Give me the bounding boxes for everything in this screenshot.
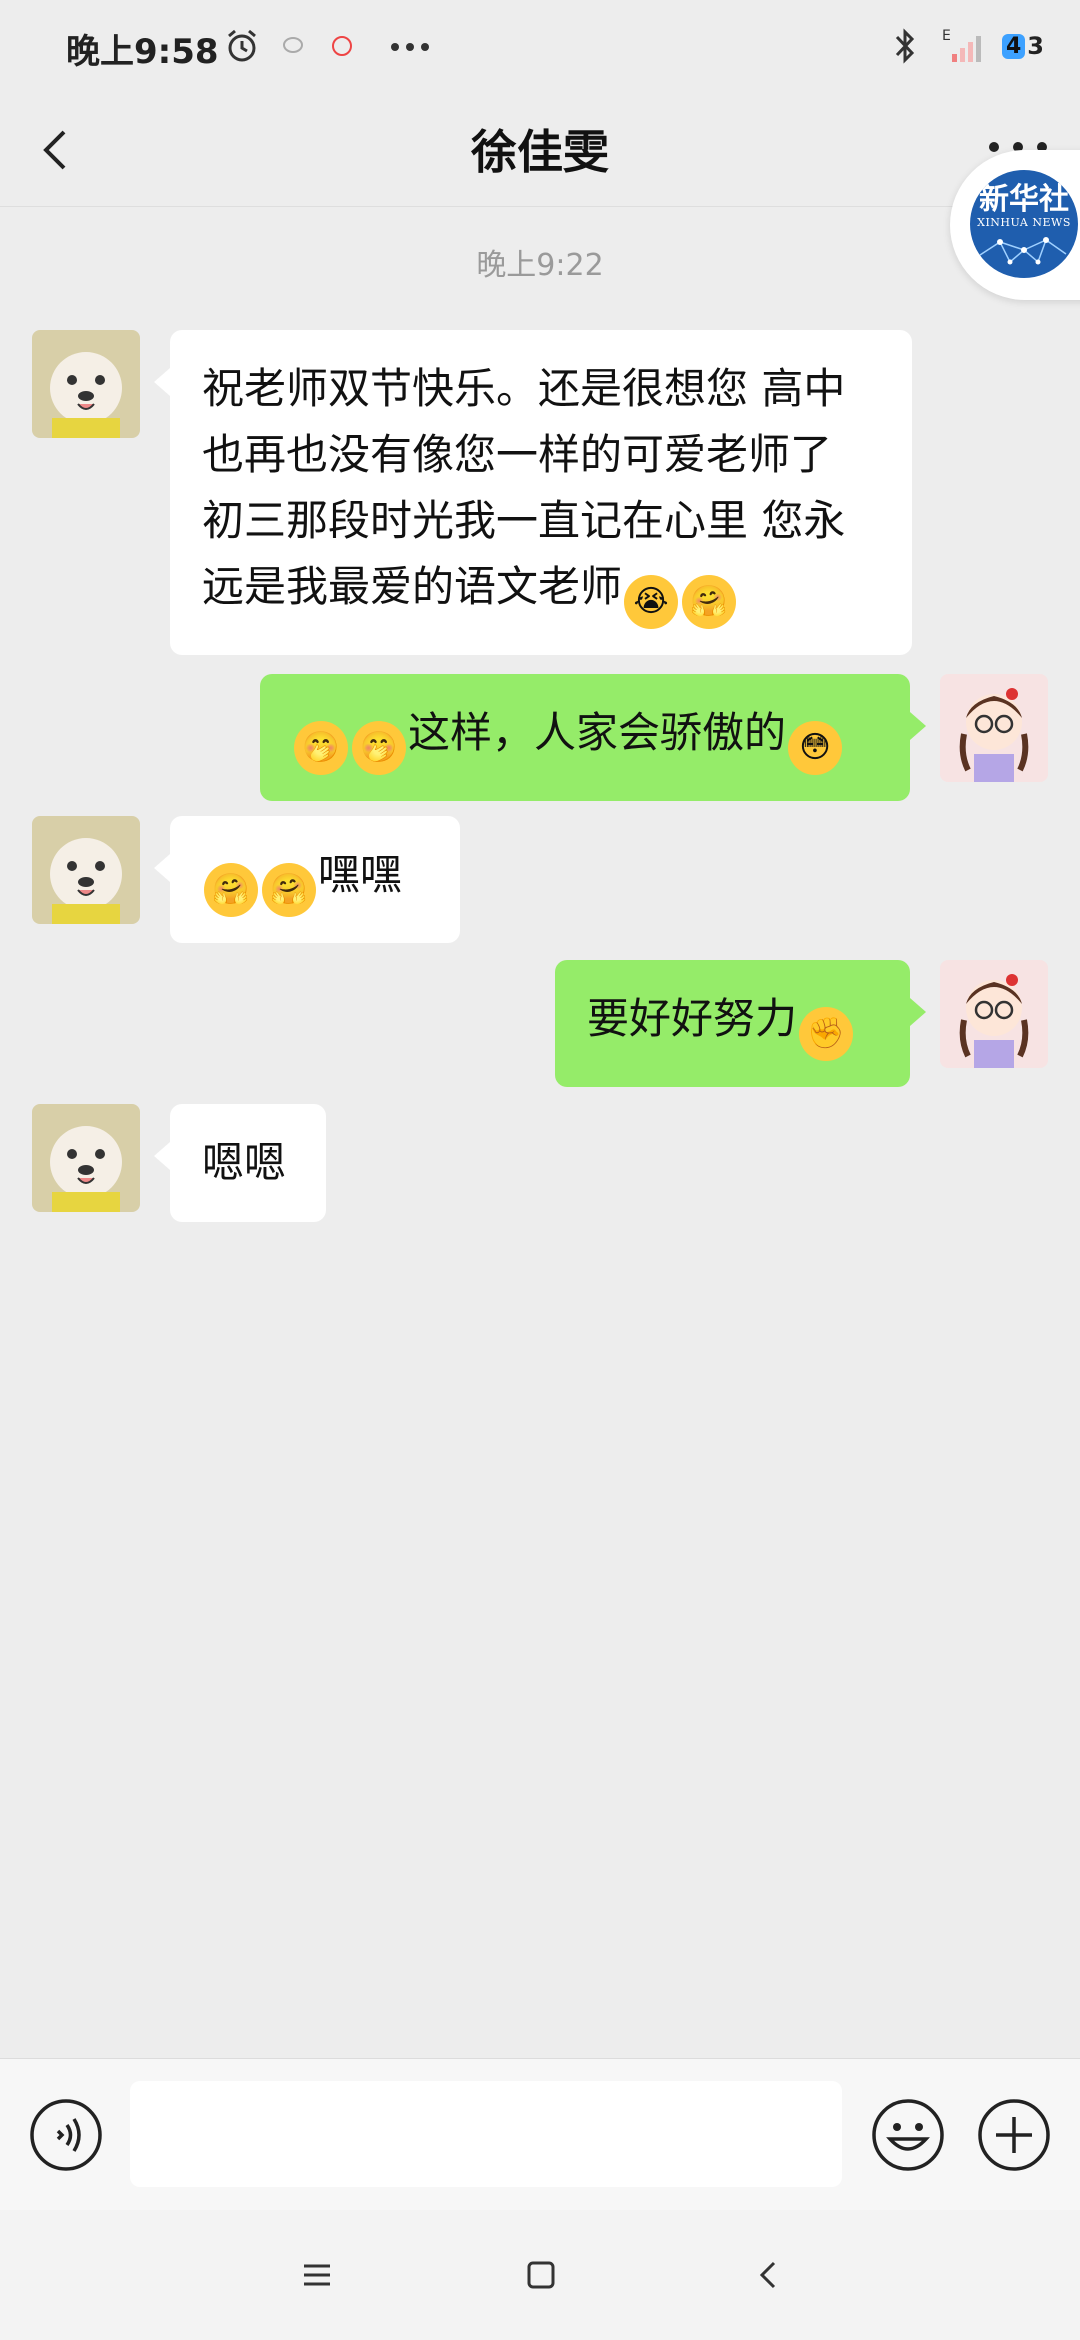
battery-level: 3 — [1027, 32, 1044, 60]
contact-avatar[interactable] — [32, 330, 140, 438]
battery-icon: 4 — [1001, 33, 1026, 59]
chat-header: 徐佳雯 — [0, 96, 1080, 207]
chuckle-emoji-icon: 🤭 — [352, 721, 406, 775]
message-text: 嘿嘿 — [318, 850, 403, 899]
signal-icon: E — [942, 28, 981, 62]
nav-back-icon[interactable] — [744, 2250, 794, 2300]
crying-emoji-icon: 😭 — [624, 575, 679, 629]
more-notifications-icon — [391, 43, 429, 51]
message-bubble[interactable]: 要好好努力 ✊ — [555, 960, 926, 1087]
home-icon[interactable] — [516, 2250, 566, 2300]
message-text: 要好好努力 — [587, 994, 798, 1043]
battery-indicator: 43 — [1001, 32, 1044, 60]
hug-emoji-icon: 🤗 — [204, 863, 258, 917]
chuckle-emoji-icon: 🤭 — [294, 721, 348, 775]
message-input-bar — [0, 2058, 1080, 2211]
message-text: 这样，人家会骄傲的 — [408, 708, 787, 757]
notification-icon — [283, 37, 303, 53]
svg-text:E: E — [942, 28, 951, 44]
emoji-icon[interactable] — [870, 2097, 946, 2173]
shy-emoji-icon: 😳 — [788, 721, 843, 775]
message-input[interactable] — [130, 2081, 842, 2187]
hug-emoji-icon: 🤗 — [682, 575, 737, 629]
contact-avatar[interactable] — [32, 816, 140, 924]
chat-timestamp: 晚上9:22 — [476, 248, 604, 283]
app-notification-icon — [332, 36, 352, 56]
message-bubble[interactable]: 🤭 🤭 这样，人家会骄傲的 😳 — [260, 674, 926, 801]
user-avatar[interactable] — [940, 674, 1048, 782]
menu-icon[interactable] — [292, 2250, 342, 2300]
system-navigation-bar — [0, 2210, 1080, 2340]
chat-title: 徐佳雯 — [471, 125, 609, 179]
plus-icon[interactable] — [976, 2097, 1052, 2173]
message-text: 嗯嗯 — [202, 1138, 287, 1187]
alarm-icon — [228, 29, 256, 62]
message-text: 祝老师双节快乐。还是很想您 高中也再也没有像您一样的可爱老师了 初三那段时光我一… — [202, 364, 846, 611]
message-bubble[interactable]: 祝老师双节快乐。还是很想您 高中也再也没有像您一样的可爱老师了 初三那段时光我一… — [154, 330, 912, 655]
message-bubble[interactable]: 嗯嗯 — [154, 1104, 326, 1222]
hug-emoji-icon: 🤗 — [262, 863, 316, 917]
fist-emoji-icon: ✊ — [799, 1007, 854, 1061]
contact-avatar[interactable] — [32, 1104, 140, 1212]
status-time: 晚上9:58 — [66, 32, 219, 72]
voice-icon[interactable] — [28, 2097, 104, 2173]
user-avatar[interactable] — [940, 960, 1048, 1068]
bluetooth-icon — [895, 28, 915, 64]
message-bubble[interactable]: 🤗 🤗 嘿嘿 — [154, 816, 460, 943]
status-bar: 晚上9:58 E 43 — [0, 0, 1080, 96]
